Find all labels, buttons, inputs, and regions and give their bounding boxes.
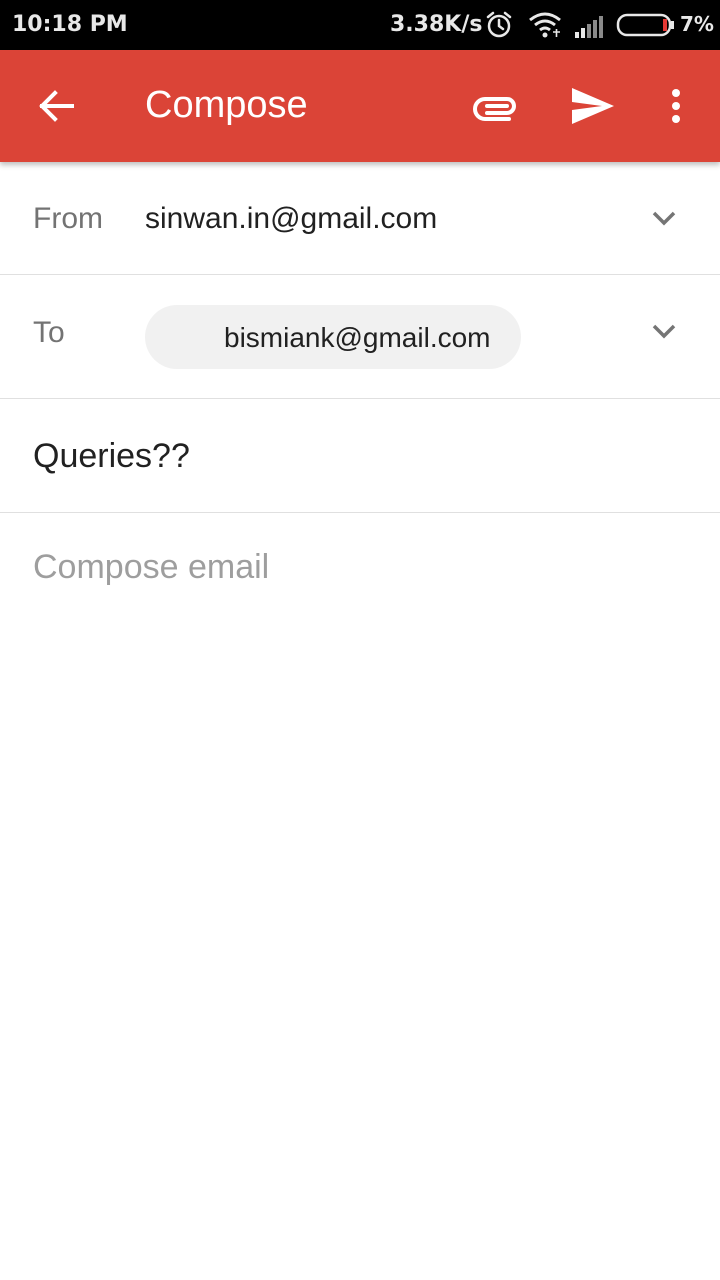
chevron-down-icon[interactable]	[648, 202, 680, 234]
to-row: To bismiank@gmail.com	[0, 275, 720, 399]
from-account-value[interactable]: sinwan.in@gmail.com	[145, 202, 437, 236]
app-bar: Compose	[0, 50, 720, 162]
subject-field[interactable]: Queries??	[33, 437, 190, 476]
signal-icon	[573, 10, 607, 44]
alarm-icon	[484, 10, 514, 44]
from-label: From	[33, 202, 103, 235]
battery-percent: 7%	[680, 12, 714, 36]
recipient-chip[interactable]: bismiank@gmail.com	[145, 305, 521, 369]
from-row: From sinwan.in@gmail.com	[0, 162, 720, 275]
recipient-email: bismiank@gmail.com	[224, 322, 491, 353]
wifi-icon	[527, 10, 563, 44]
to-label: To	[33, 316, 65, 349]
page-title: Compose	[145, 84, 308, 126]
subject-row: Queries??	[0, 399, 720, 513]
network-speed: 3.38K/s	[390, 12, 483, 37]
status-bar: 10:18 PM 3.38K/s 7%	[0, 0, 720, 50]
send-icon[interactable]	[566, 84, 620, 128]
compose-body-input[interactable]	[33, 548, 683, 1148]
back-arrow-icon[interactable]	[26, 82, 86, 130]
attach-icon[interactable]	[470, 86, 522, 126]
battery-icon	[616, 12, 676, 42]
more-vert-icon[interactable]	[660, 84, 692, 128]
status-time: 10:18 PM	[12, 12, 128, 37]
chevron-down-icon[interactable]	[648, 315, 680, 347]
